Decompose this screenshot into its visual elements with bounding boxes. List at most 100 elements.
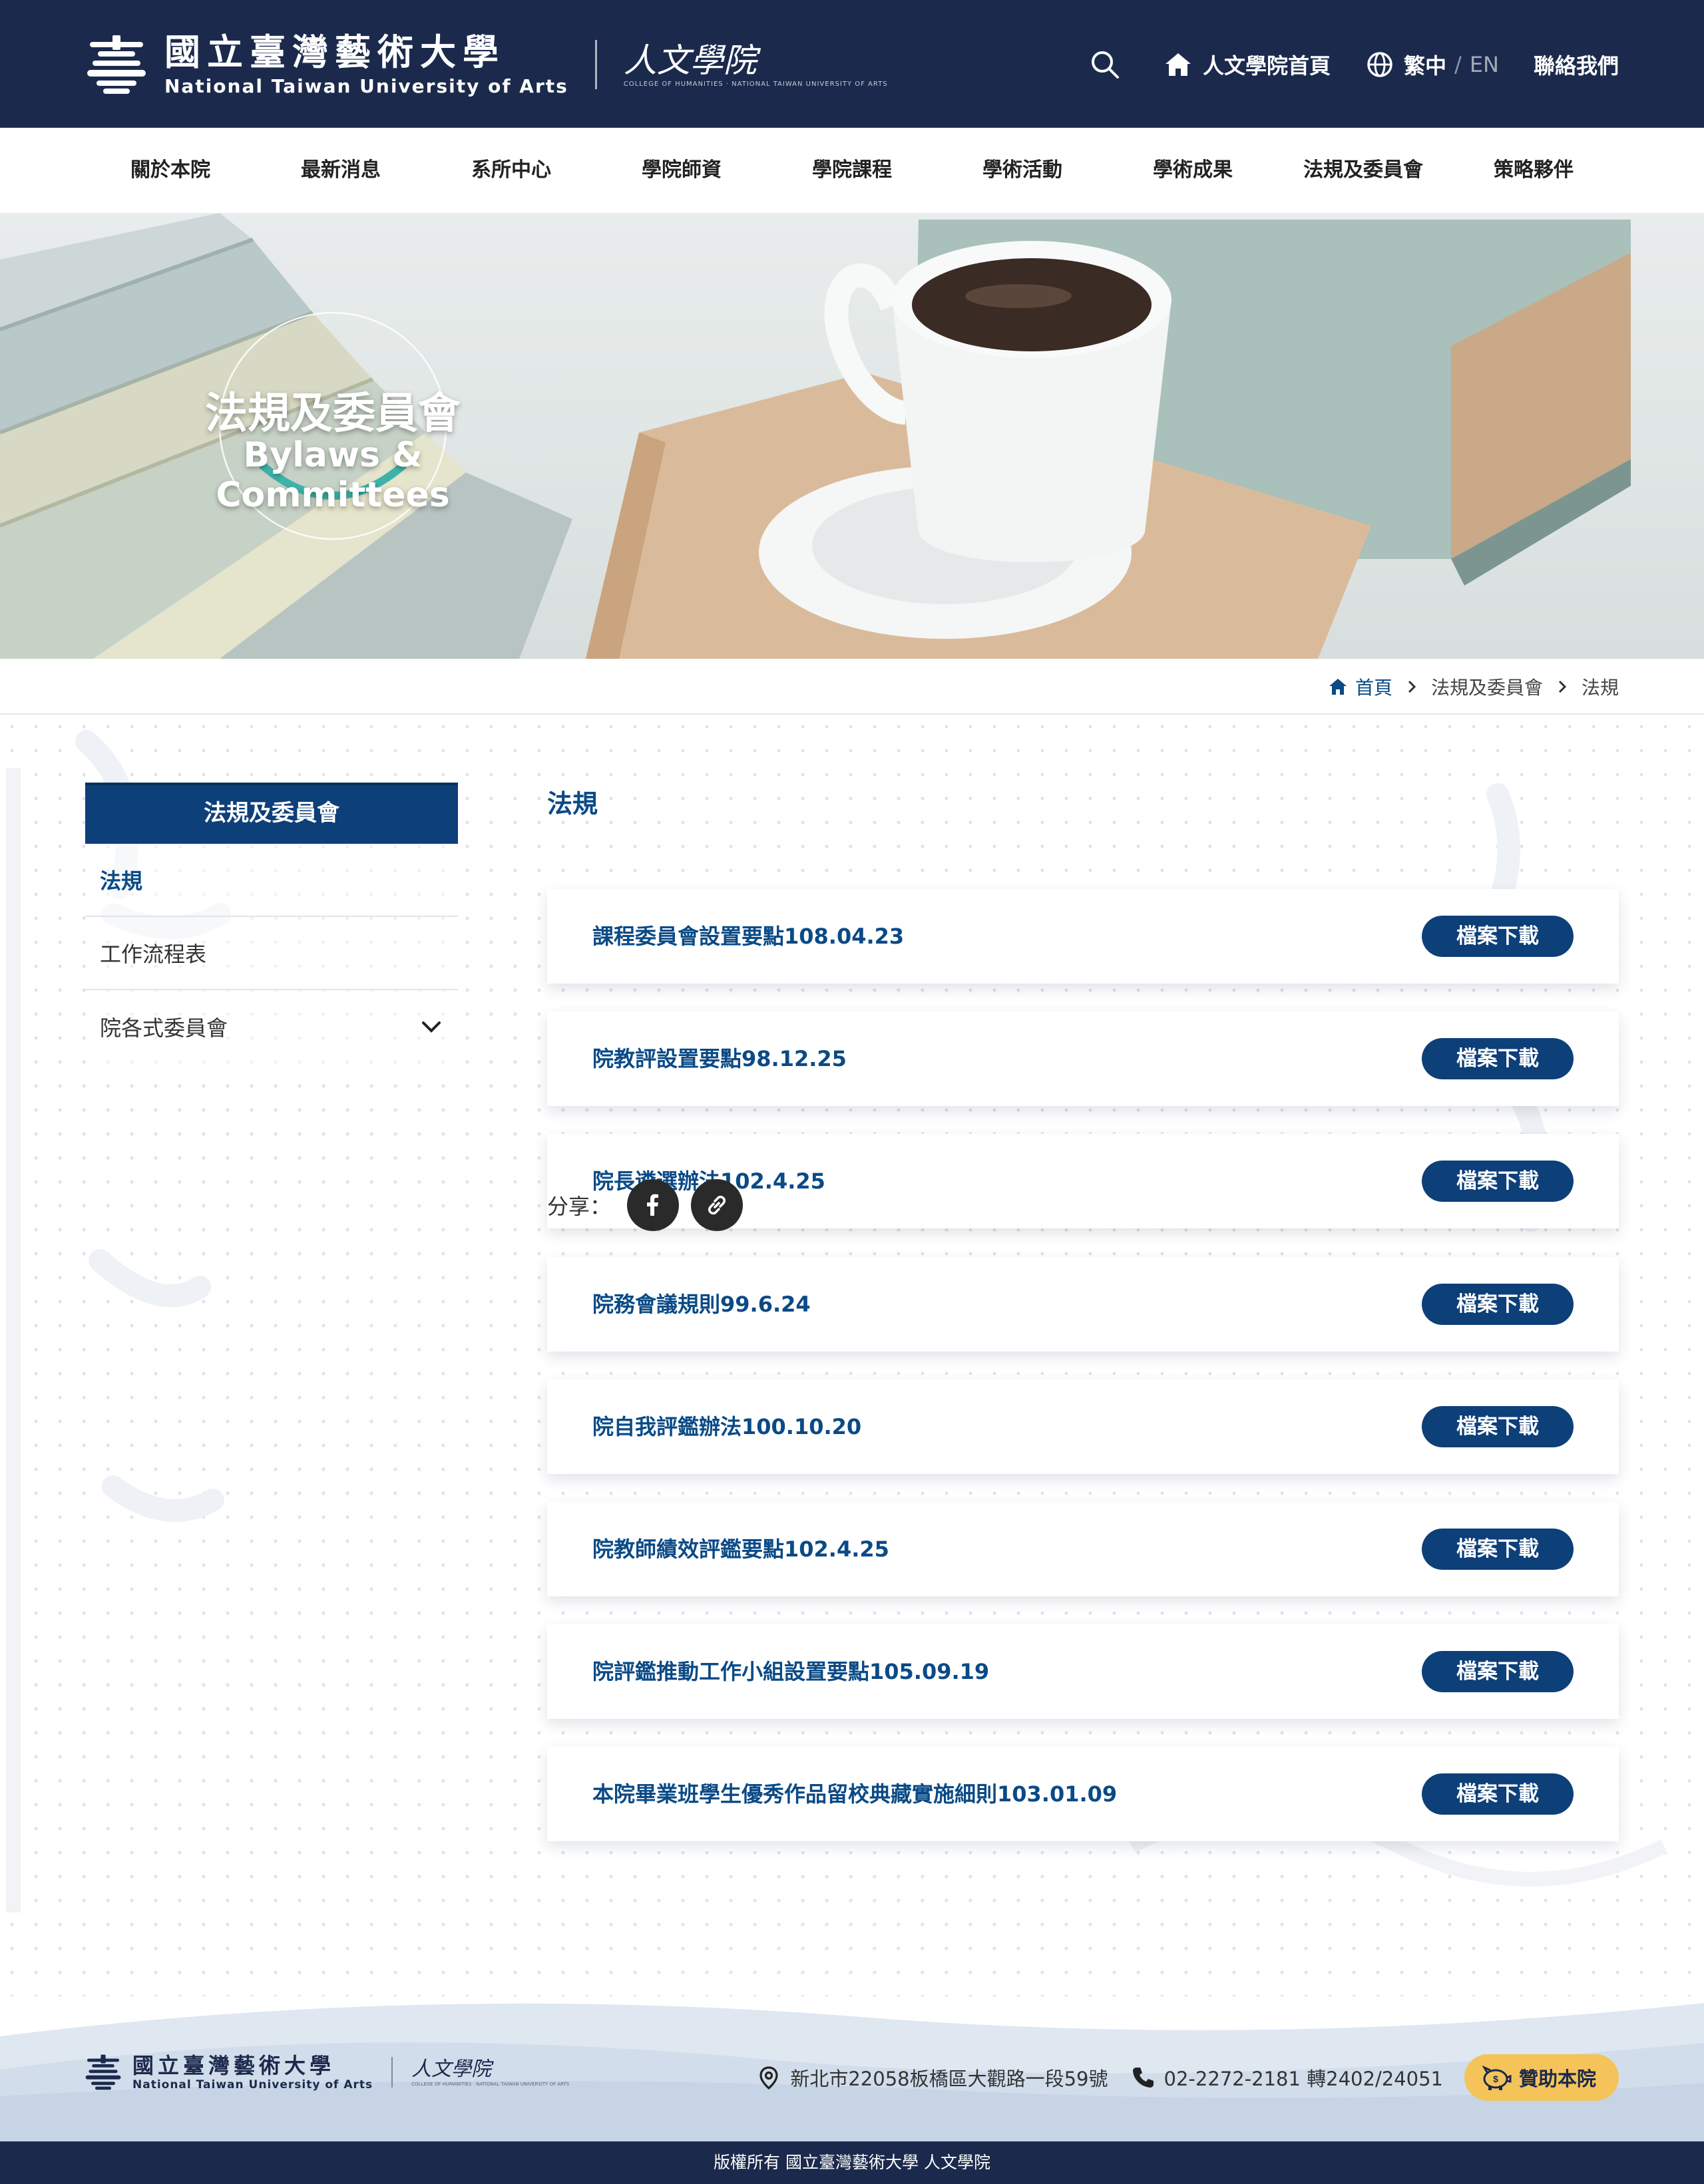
university-seal-icon	[85, 2054, 121, 2090]
donate-label: 贊助本院	[1518, 2068, 1596, 2090]
footer-address-text: 新北市22058板橋區大觀路一段59號	[790, 2068, 1108, 2090]
rule-title[interactable]: 本院畢業班學生優秀作品留校典藏實施細則103.01.09	[592, 1747, 1117, 1841]
footer-logo-divider	[391, 2057, 393, 2088]
rule-title[interactable]: 院評鑑推動工作小組設置要點105.09.19	[592, 1624, 989, 1719]
sidebar-item-label: 院各式委員會	[100, 1015, 228, 1041]
sidebar-item-committees[interactable]: 院各式委員會	[85, 990, 458, 1063]
share-label: 分享：	[547, 1194, 612, 1219]
globe-icon	[1367, 52, 1392, 77]
list-item: 院自我評鑑辦法100.10.20 檔案下載	[547, 1379, 1619, 1474]
download-button[interactable]: 檔案下載	[1422, 1773, 1574, 1815]
footer-university-en: National Taiwan University of Arts	[132, 2078, 373, 2092]
location-pin-icon	[759, 2066, 778, 2090]
sidebar-item-workflow[interactable]: 工作流程表	[85, 917, 458, 990]
list-item: 本院畢業班學生優秀作品留校典藏實施細則103.01.09 檔案下載	[547, 1747, 1619, 1841]
home-icon	[1166, 53, 1191, 76]
rule-title[interactable]: 院教評設置要點98.12.25	[592, 1011, 847, 1106]
breadcrumb-level1[interactable]: 法規及委員會	[1431, 673, 1543, 700]
main-navigation: 關於本院 最新消息 系所中心 學院師資 學院課程 學術活動 學術成果 法規及委員…	[0, 128, 1704, 213]
banner-title: 法規及委員會 Bylaws & Committees	[150, 306, 516, 559]
contact-link[interactable]: 聯絡我們	[1534, 49, 1619, 80]
university-seal-icon	[87, 35, 146, 94]
college-home-label: 人文學院首頁	[1203, 53, 1331, 79]
footer-phone-text: 02-2272-2181 轉2402/24051	[1164, 2068, 1443, 2090]
breadcrumb-home[interactable]: 首頁	[1327, 673, 1392, 700]
download-button[interactable]: 檔案下載	[1422, 1161, 1574, 1202]
content-area: 法規及委員會 法規 工作流程表 院各式委員會 法規 課程委員會設置要點108.0…	[0, 715, 1704, 1999]
list-item: 課程委員會設置要點108.04.23 檔案下載	[547, 889, 1619, 984]
copy-link-button[interactable]	[691, 1179, 744, 1231]
university-name-zh: 國立臺灣藝術大學	[164, 31, 505, 73]
list-item: 院務會議規則99.6.24 檔案下載	[547, 1257, 1619, 1352]
link-icon	[708, 1195, 726, 1215]
svg-text:$: $	[1493, 2074, 1498, 2084]
sidebar: 法規及委員會 法規 工作流程表 院各式委員會	[85, 783, 458, 1063]
page-banner: 法規及委員會 Bylaws & Committees	[0, 213, 1704, 659]
list-item: 院教師績效評鑑要點102.4.25 檔案下載	[547, 1502, 1619, 1596]
nav-item-faculty[interactable]: 學院師資	[596, 128, 767, 213]
breadcrumb-home-label: 首頁	[1355, 677, 1392, 699]
nav-item-partners[interactable]: 策略夥伴	[1448, 128, 1619, 213]
lang-zh-option[interactable]: 繁中	[1404, 49, 1446, 80]
nav-item-news[interactable]: 最新消息	[256, 128, 426, 213]
chevron-down-icon[interactable]	[419, 1015, 443, 1039]
footer-logo[interactable]: 國立臺灣藝術大學 National Taiwan University of A…	[83, 2052, 569, 2092]
site-logo[interactable]: 國立臺灣藝術大學 National Taiwan University of A…	[83, 28, 888, 101]
download-button[interactable]: 檔案下載	[1422, 1529, 1574, 1570]
piggy-bank-icon: $	[1482, 2065, 1512, 2090]
nav-item-courses[interactable]: 學院課程	[767, 128, 937, 213]
site-header: 國立臺灣藝術大學 National Taiwan University of A…	[0, 0, 1704, 128]
footer-address: 新北市22058板橋區大觀路一段59號	[757, 2064, 1108, 2092]
home-icon	[1329, 679, 1347, 695]
footer-contact-info: 新北市22058板橋區大觀路一段59號 02-2272-2181 轉2402/2…	[757, 2054, 1619, 2101]
banner-title-zh: 法規及委員會	[205, 389, 461, 439]
lang-separator: /	[1454, 52, 1462, 77]
rule-title[interactable]: 院務會議規則99.6.24	[592, 1257, 811, 1352]
nav-item-activities[interactable]: 學術活動	[937, 128, 1108, 213]
sidebar-heading: 法規及委員會	[85, 783, 458, 844]
share-facebook-button[interactable]	[627, 1179, 680, 1231]
banner-title-en: Bylaws & Committees	[216, 435, 450, 515]
share-bar: 分享：	[547, 1179, 755, 1231]
language-switcher[interactable]: 繁中 / EN	[1365, 49, 1499, 80]
search-icon[interactable]	[1088, 48, 1122, 81]
footer-phone[interactable]: 02-2272-2181 轉2402/24051	[1131, 2064, 1443, 2092]
rule-title[interactable]: 課程委員會設置要點108.04.23	[592, 889, 904, 984]
college-home-link[interactable]: 人文學院首頁	[1163, 49, 1331, 80]
list-item: 院教評設置要點98.12.25 檔案下載	[547, 1011, 1619, 1106]
sidebar-item-label: 法規	[100, 868, 143, 894]
rule-title[interactable]: 院自我評鑑辦法100.10.20	[592, 1379, 861, 1474]
breadcrumb: 首頁 法規及委員會 法規	[1327, 659, 1619, 715]
college-name-zh: 人文學院	[623, 41, 757, 80]
nav-item-about[interactable]: 關於本院	[85, 128, 256, 213]
main-content: 法規 課程委員會設置要點108.04.23 檔案下載 院教評設置要點98.12.…	[547, 783, 1619, 1841]
footer-college-zh: 人文學院	[411, 2057, 492, 2081]
facebook-icon	[647, 1194, 659, 1216]
site-footer: 國立臺灣藝術大學 National Taiwan University of A…	[0, 1996, 1704, 2141]
download-button[interactable]: 檔案下載	[1422, 1651, 1574, 1692]
download-button[interactable]: 檔案下載	[1422, 1284, 1574, 1325]
download-button[interactable]: 檔案下載	[1422, 1406, 1574, 1447]
university-name-en: National Taiwan University of Arts	[164, 75, 568, 97]
phone-icon	[1132, 2068, 1154, 2088]
breadcrumb-current: 法規	[1581, 677, 1619, 699]
nav-item-departments[interactable]: 系所中心	[426, 128, 596, 213]
donate-button[interactable]: $ 贊助本院	[1464, 2054, 1619, 2101]
chevron-right-icon	[1558, 680, 1567, 693]
download-button[interactable]: 檔案下載	[1422, 916, 1574, 957]
sidebar-item-label: 工作流程表	[100, 942, 207, 967]
college-name-en: COLLEGE OF HUMANITIES · NATIONAL TAIWAN …	[623, 81, 888, 88]
sidebar-item-bylaws[interactable]: 法規	[85, 844, 458, 917]
rule-title[interactable]: 院教師績效評鑑要點102.4.25	[592, 1502, 889, 1596]
nav-item-achievements[interactable]: 學術成果	[1108, 128, 1278, 213]
copyright-bar: 版權所有 國立臺灣藝術大學 人文學院	[0, 2141, 1704, 2184]
page-title: 法規	[547, 789, 598, 819]
chevron-right-icon	[1408, 680, 1416, 693]
logo-divider	[594, 40, 597, 89]
header-toolbar: 人文學院首頁 繁中 / EN 聯絡我們	[1088, 40, 1619, 89]
lang-en-option[interactable]: EN	[1470, 52, 1499, 77]
footer-college-en: COLLEGE OF HUMANITIES · NATIONAL TAIWAN …	[411, 2081, 570, 2087]
list-item: 院評鑑推動工作小組設置要點105.09.19 檔案下載	[547, 1624, 1619, 1719]
download-button[interactable]: 檔案下載	[1422, 1038, 1574, 1079]
nav-item-bylaws[interactable]: 法規及委員會	[1278, 128, 1448, 213]
